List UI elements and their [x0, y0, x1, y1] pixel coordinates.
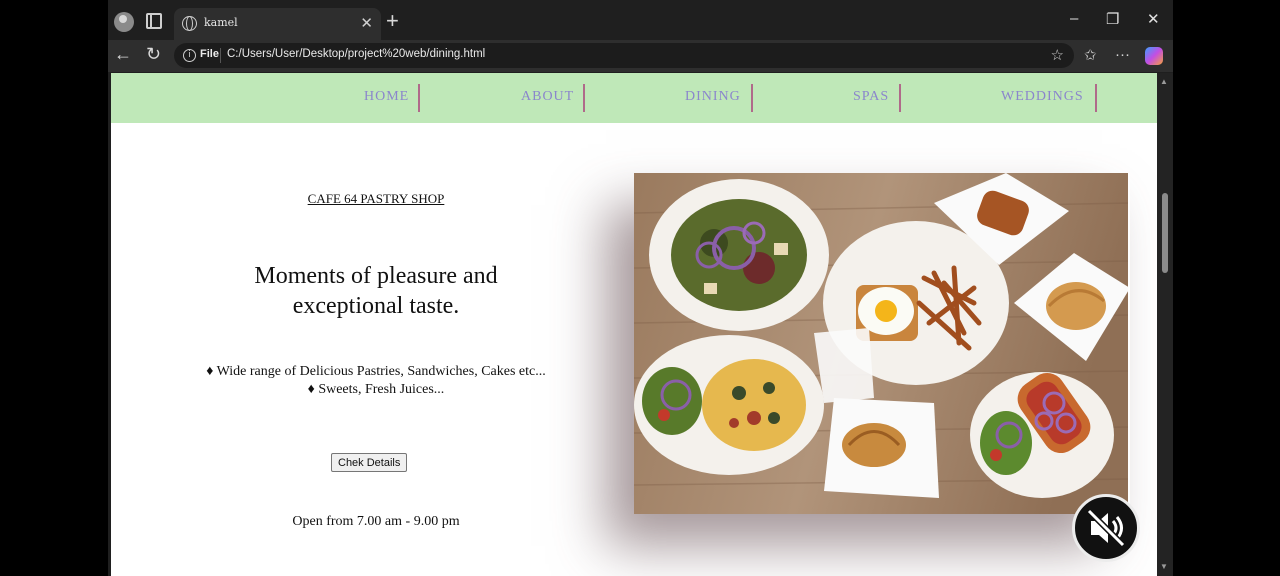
nav-link-weddings[interactable]: WEDDINGS	[1001, 89, 1084, 105]
headline-line-1: Moments of pleasure and	[254, 263, 498, 289]
profile-icon[interactable]	[114, 12, 134, 32]
minimize-icon[interactable]: –	[1070, 10, 1078, 27]
scrollbar-thumb[interactable]	[1162, 193, 1168, 273]
food-photo-illustration	[634, 173, 1130, 514]
nav-link-home[interactable]: HOME	[364, 89, 409, 105]
tab-close-icon[interactable]: ✕	[360, 14, 373, 32]
copilot-icon[interactable]	[1145, 47, 1163, 65]
url-text[interactable]: C:/Users/User/Desktop/project%20web/dini…	[227, 48, 485, 60]
page-viewport: HOME ABOUT DINING SPAS WEDDINGS CAFE 64 …	[111, 73, 1157, 576]
scroll-up-icon[interactable]: ▲	[1160, 77, 1168, 86]
check-details-button[interactable]: Chek Details	[331, 453, 408, 472]
nav-link-spas[interactable]: SPAS	[853, 89, 889, 105]
site-navbar: HOME ABOUT DINING SPAS WEDDINGS	[111, 73, 1157, 123]
favorite-star-icon[interactable]: ☆	[1051, 46, 1064, 64]
new-tab-icon[interactable]: +	[386, 8, 399, 34]
refresh-icon[interactable]: ↻	[146, 44, 161, 65]
page-scrollbar[interactable]: ▲ ▼	[1157, 73, 1173, 576]
headline: Moments of pleasure and exceptional tast…	[221, 261, 531, 321]
address-bar[interactable]: i File C:/Users/User/Desktop/project%20w…	[174, 43, 1074, 68]
back-icon[interactable]: ←	[114, 44, 132, 65]
browser-window: kamel ✕ + – ❐ ✕ ← ↻ i File C:/Users/User…	[108, 0, 1173, 576]
headline-line-2: exceptional taste.	[292, 293, 460, 319]
feature-item: ♦ Wide range of Delicious Pastries, Sand…	[206, 364, 546, 379]
globe-icon	[182, 16, 197, 31]
nav-separator	[583, 84, 585, 112]
window-close-icon[interactable]: ✕	[1147, 10, 1160, 28]
nav-link-dining[interactable]: DINING	[685, 89, 741, 105]
nav-separator	[418, 84, 420, 112]
restore-icon[interactable]: ❐	[1106, 10, 1119, 28]
title-bar: kamel ✕ + – ❐ ✕	[108, 0, 1173, 40]
tab-title: kamel	[204, 16, 238, 29]
address-bar-row: ← ↻ i File C:/Users/User/Desktop/project…	[108, 40, 1173, 72]
nav-separator	[751, 84, 753, 112]
tab-actions-icon[interactable]	[146, 13, 162, 29]
more-options-icon[interactable]: ···	[1115, 46, 1130, 63]
nav-link-about[interactable]: ABOUT	[521, 89, 574, 105]
nav-separator	[1095, 84, 1097, 112]
shop-title: CAFE 64 PASTRY SHOP	[307, 191, 445, 206]
food-photo	[634, 173, 1130, 514]
speaker-muted-icon[interactable]	[1072, 494, 1140, 562]
url-divider	[220, 48, 221, 63]
scroll-down-icon[interactable]: ▼	[1160, 562, 1168, 571]
info-icon[interactable]: i	[183, 49, 196, 62]
nav-separator	[899, 84, 901, 112]
opening-hours: Open from 7.00 am - 9.00 pm	[292, 514, 460, 529]
feature-item: ♦ Sweets, Fresh Juices...	[307, 382, 445, 397]
feature-list: ♦ Wide range of Delicious Pastries, Sand…	[171, 363, 581, 399]
favorites-icon[interactable]: ✩	[1084, 46, 1097, 64]
browser-tab[interactable]: kamel ✕	[174, 8, 381, 40]
url-scheme-label: File	[200, 48, 219, 60]
